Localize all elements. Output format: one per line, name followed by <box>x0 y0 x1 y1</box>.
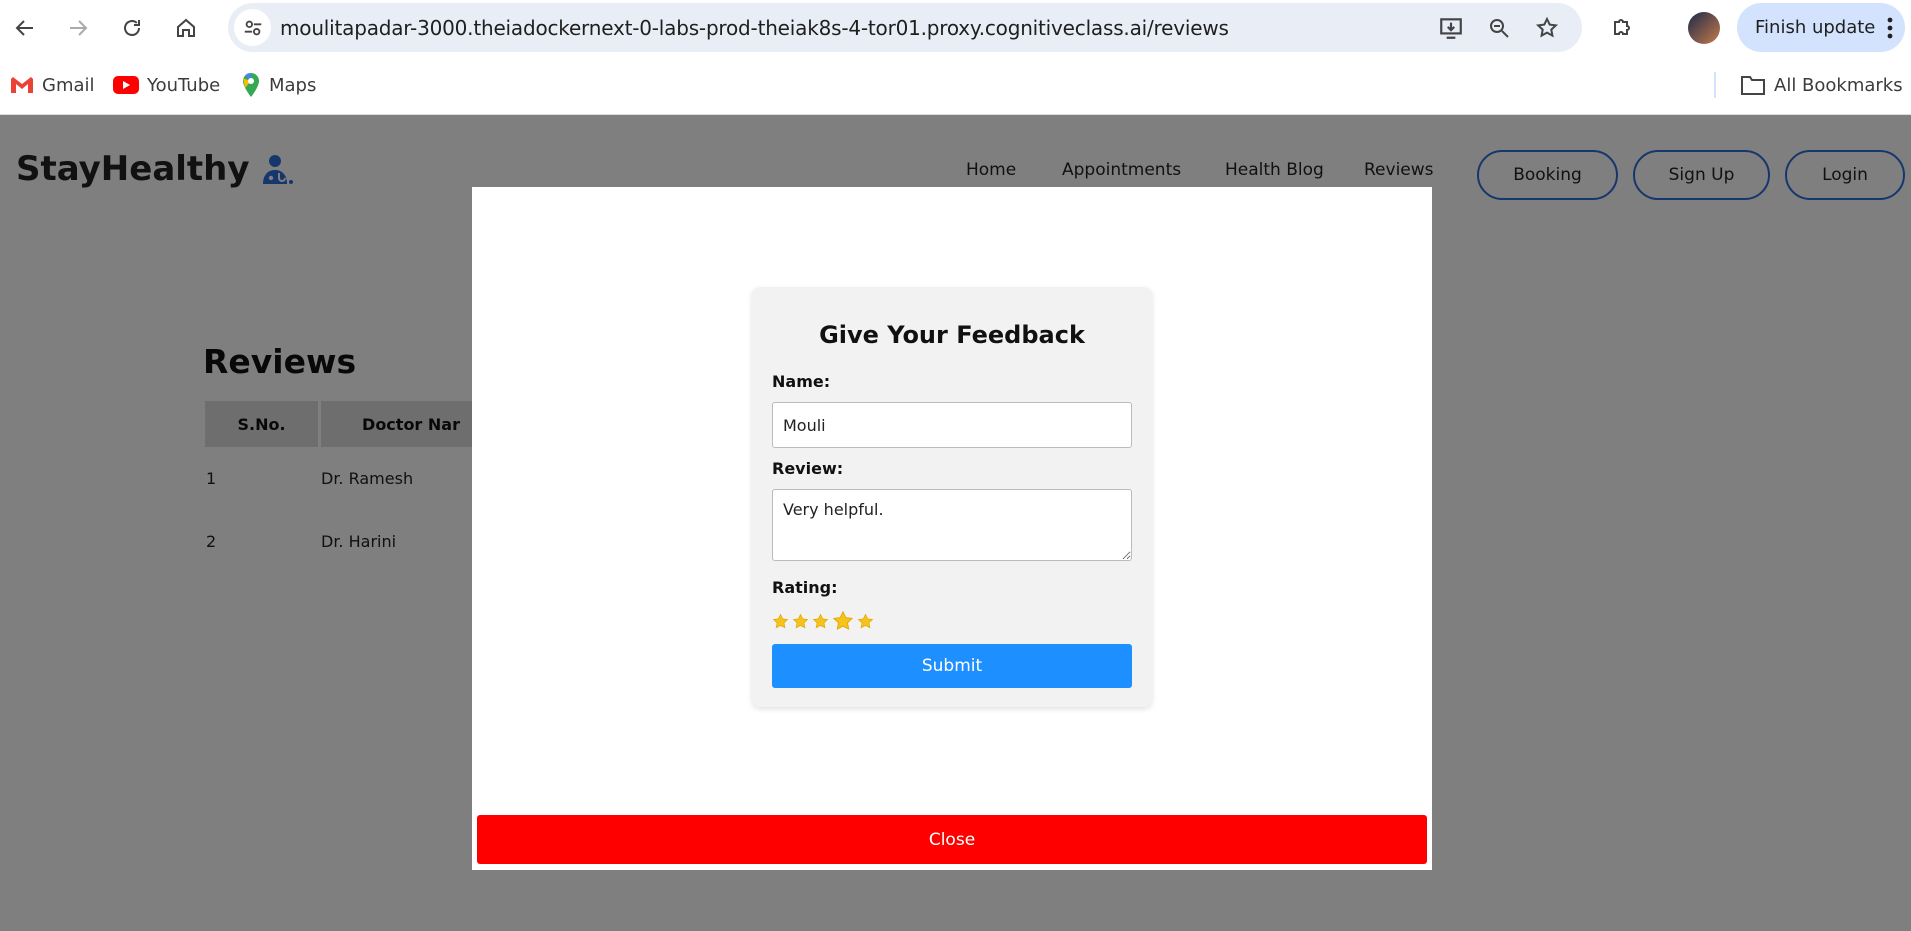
maps-icon <box>243 73 259 97</box>
bookmarks-bar: Gmail YouTube Maps All Bookmarks <box>0 56 1911 115</box>
gmail-icon <box>11 77 33 93</box>
bookmark-star-button[interactable] <box>1532 13 1562 43</box>
bookmark-maps[interactable]: Maps <box>241 70 316 100</box>
extensions-button[interactable] <box>1606 12 1638 44</box>
bookmark-label: Gmail <box>42 74 95 96</box>
forward-arrow-icon <box>70 20 88 36</box>
star-5-icon[interactable] <box>857 613 874 630</box>
install-icon <box>1440 18 1462 39</box>
youtube-icon <box>113 76 139 94</box>
home-icon <box>177 18 195 37</box>
home-button[interactable] <box>170 12 202 44</box>
star-outline-icon <box>1535 16 1559 38</box>
forward-button[interactable] <box>62 12 94 44</box>
puzzle-icon <box>1614 19 1630 35</box>
feedback-title: Give Your Feedback <box>819 321 1085 349</box>
star-4-icon[interactable] <box>832 610 854 632</box>
all-bookmarks-button[interactable]: All Bookmarks <box>1740 70 1903 100</box>
back-arrow-icon <box>15 20 33 36</box>
feedback-modal: Give Your Feedback Name: Review: Very he… <box>472 187 1432 870</box>
star-1-icon[interactable] <box>772 613 789 630</box>
star-3-icon[interactable] <box>812 613 829 630</box>
more-vertical-icon <box>1887 17 1893 39</box>
bookmark-gmail[interactable]: Gmail <box>10 70 95 100</box>
zoom-icon <box>1490 19 1509 38</box>
finish-update-button[interactable]: Finish update <box>1737 3 1905 52</box>
url-text: moulitapadar-3000.theiadockernext-0-labs… <box>280 16 1229 40</box>
browser-toolbar: moulitapadar-3000.theiadockernext-0-labs… <box>0 0 1911 56</box>
tune-icon <box>244 20 261 35</box>
bookmark-youtube[interactable]: YouTube <box>113 70 220 100</box>
review-label: Review: <box>772 459 844 478</box>
bookmark-label: Maps <box>269 74 317 96</box>
finish-update-label: Finish update <box>1755 17 1876 38</box>
name-label: Name: <box>772 372 831 391</box>
name-input[interactable] <box>772 402 1132 448</box>
site-info-button[interactable] <box>234 9 271 46</box>
submit-button[interactable]: Submit <box>772 644 1132 688</box>
close-button[interactable]: Close <box>477 815 1427 864</box>
all-bookmarks-label: All Bookmarks <box>1774 74 1903 96</box>
zoom-button[interactable] <box>1484 13 1514 43</box>
bookmarks-divider <box>1714 72 1716 98</box>
page-viewport: StayHealthy Home Appointments Health Blo… <box>0 115 1911 931</box>
reload-icon <box>124 20 140 36</box>
profile-avatar[interactable] <box>1688 12 1720 44</box>
star-2-icon[interactable] <box>792 613 809 630</box>
review-textarea[interactable]: Very helpful. <box>772 489 1132 561</box>
rating-label: Rating: <box>772 578 838 597</box>
install-app-button[interactable] <box>1436 13 1466 43</box>
star-rating <box>772 610 874 632</box>
back-button[interactable] <box>9 12 41 44</box>
feedback-form: Give Your Feedback Name: Review: Very he… <box>752 287 1152 707</box>
bookmark-label: YouTube <box>147 74 221 96</box>
reload-button[interactable] <box>116 12 148 44</box>
address-bar[interactable]: moulitapadar-3000.theiadockernext-0-labs… <box>228 3 1582 52</box>
folder-icon <box>1741 76 1765 95</box>
